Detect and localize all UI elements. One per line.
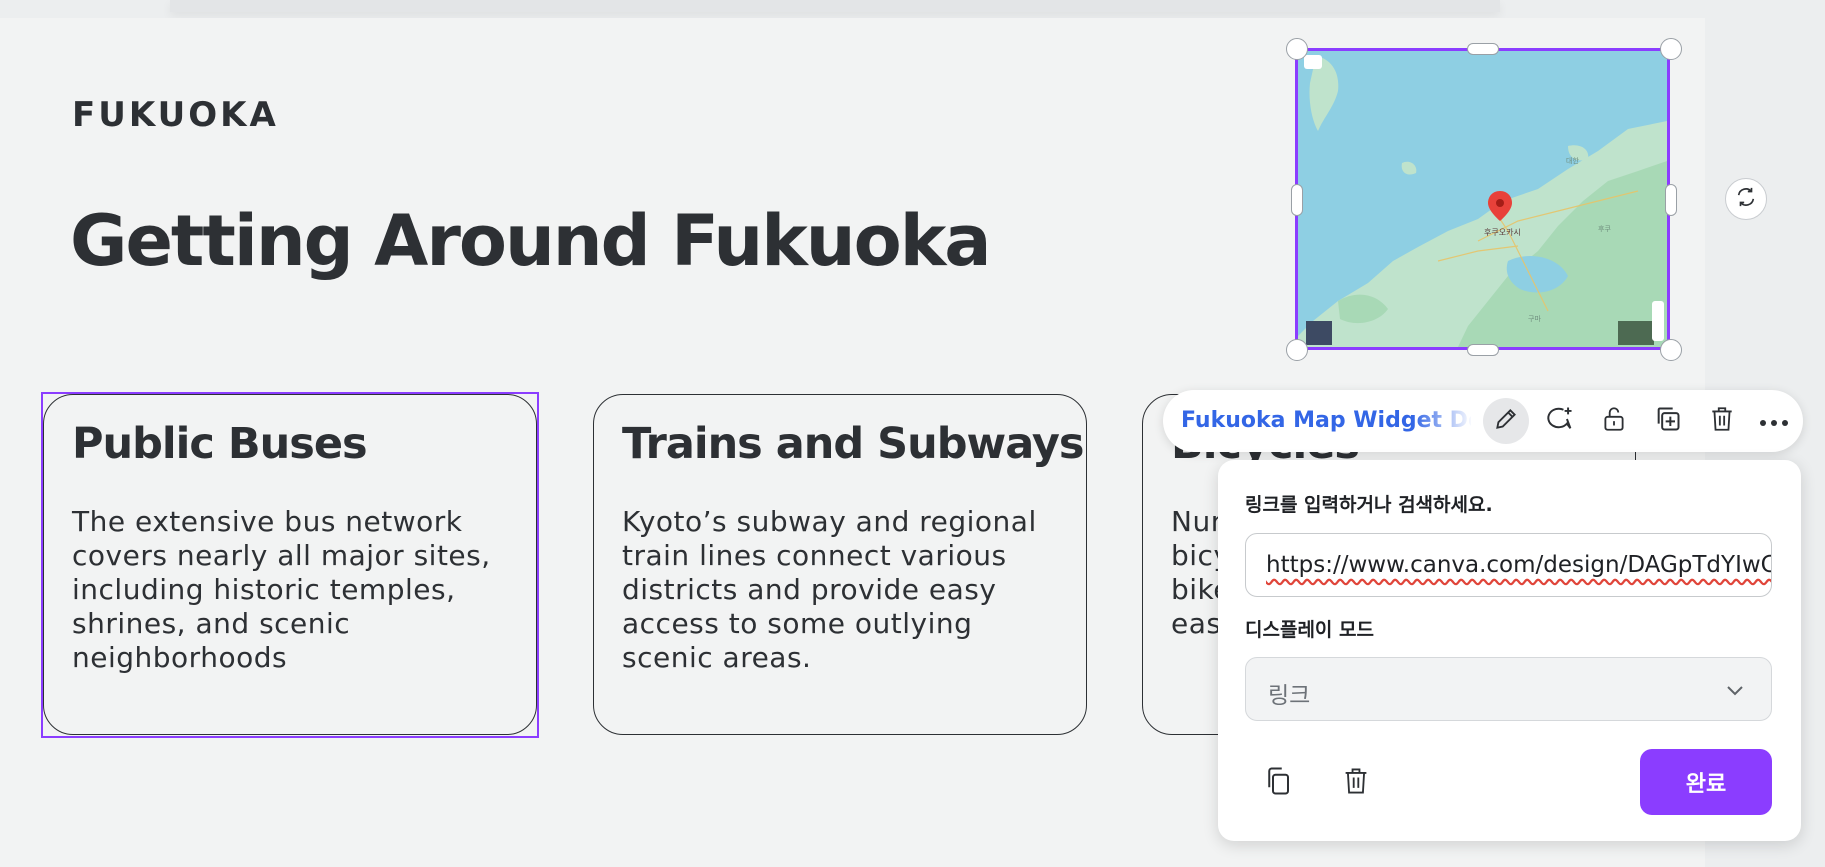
svg-text:후쿠: 후쿠 bbox=[1598, 225, 1611, 233]
resize-handle-bottom[interactable] bbox=[1467, 344, 1499, 356]
card-title: Trains and Subways bbox=[622, 419, 1085, 469]
link-toolbar: Fukuoka Map Widget Deve bbox=[1163, 390, 1803, 452]
url-input[interactable]: https://www.canva.com/design/DAGpTdYIwC bbox=[1245, 533, 1772, 597]
comment-add-icon bbox=[1545, 405, 1575, 437]
resize-handle-left[interactable] bbox=[1291, 184, 1303, 216]
url-label: 링크를 입력하거나 검색하세요. bbox=[1245, 494, 1493, 516]
resize-handle-top[interactable] bbox=[1467, 43, 1499, 55]
add-comment-button[interactable] bbox=[1537, 398, 1583, 444]
copy-link-button[interactable] bbox=[1255, 760, 1301, 806]
lock-open-icon bbox=[1601, 405, 1627, 437]
display-mode-label: 디스플레이 모드 bbox=[1245, 619, 1374, 641]
svg-text:대한: 대한 bbox=[1566, 157, 1579, 165]
map-widget[interactable]: 대한 후쿠 구마 후쿠오카시 bbox=[1295, 48, 1670, 350]
slide-title[interactable]: Getting Around Fukuoka bbox=[70, 200, 992, 282]
display-mode-select[interactable]: 링크 bbox=[1245, 657, 1772, 721]
resize-handle-top-left[interactable] bbox=[1286, 38, 1308, 60]
copy-icon bbox=[1263, 766, 1293, 800]
top-shadow-strip bbox=[170, 0, 1500, 12]
trash-icon bbox=[1709, 405, 1735, 437]
remove-link-button[interactable] bbox=[1333, 760, 1379, 806]
svg-text:구마: 구마 bbox=[1528, 314, 1541, 323]
chevron-down-icon bbox=[1723, 678, 1747, 706]
rotate-icon bbox=[1735, 186, 1757, 212]
duplicate-button[interactable] bbox=[1645, 398, 1691, 444]
done-button[interactable]: 완료 bbox=[1640, 749, 1772, 815]
resize-handle-bottom-right[interactable] bbox=[1660, 339, 1682, 361]
link-popup: 링크를 입력하거나 검색하세요. https://www.canva.com/d… bbox=[1218, 460, 1801, 841]
map-image: 대한 후쿠 구마 후쿠오카시 bbox=[1298, 51, 1667, 347]
card-public-buses[interactable]: Public Buses The extensive bus network c… bbox=[43, 394, 537, 735]
more-button[interactable] bbox=[1751, 398, 1797, 444]
trash-icon bbox=[1342, 766, 1370, 800]
slide-eyebrow[interactable]: FUKUOKA bbox=[72, 95, 279, 135]
card-body: Kyoto’s subway and regional train lines … bbox=[622, 505, 1037, 674]
pencil-icon bbox=[1493, 406, 1519, 436]
resize-handle-bottom-left[interactable] bbox=[1286, 339, 1308, 361]
link-text-fade bbox=[1413, 400, 1473, 442]
resize-handle-top-right[interactable] bbox=[1660, 38, 1682, 60]
lock-button[interactable] bbox=[1591, 398, 1637, 444]
card-trains-subways[interactable]: Trains and Subways Kyoto’s subway and re… bbox=[593, 394, 1087, 735]
card-title: Public Buses bbox=[72, 419, 368, 469]
rotate-button[interactable] bbox=[1725, 178, 1767, 220]
card-body: The extensive bus network covers nearly … bbox=[72, 505, 491, 674]
url-input-value: https://www.canva.com/design/DAGpTdYIwC bbox=[1266, 552, 1772, 578]
display-mode-value: 링크 bbox=[1268, 683, 1311, 709]
map-marker-label: 후쿠오카시 bbox=[1484, 228, 1521, 237]
resize-handle-right[interactable] bbox=[1665, 184, 1677, 216]
edit-link-button[interactable] bbox=[1483, 398, 1529, 444]
more-icon bbox=[1759, 412, 1789, 431]
duplicate-icon bbox=[1654, 405, 1682, 437]
delete-button[interactable] bbox=[1699, 398, 1745, 444]
